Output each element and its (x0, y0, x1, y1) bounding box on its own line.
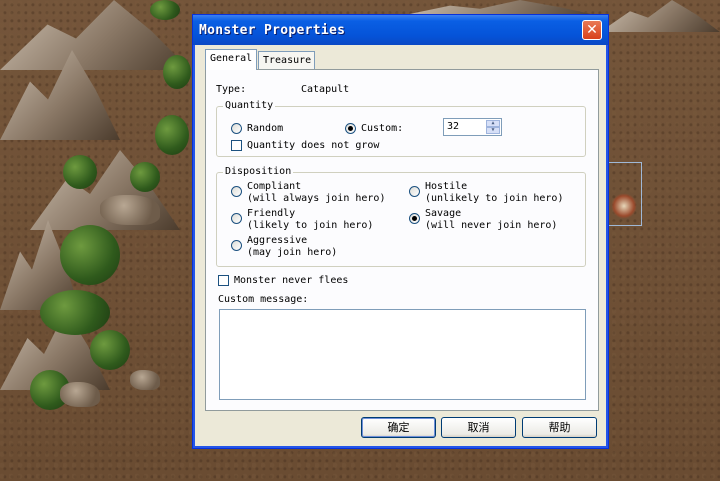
rock (100, 195, 160, 225)
custom-label[interactable]: Custom: (361, 123, 403, 135)
rock (130, 370, 160, 390)
quantity-value[interactable]: 32 (447, 121, 459, 133)
close-icon: ✕ (586, 22, 598, 38)
random-label[interactable]: Random (247, 123, 283, 135)
window-title: Monster Properties (199, 22, 346, 38)
aggressive-note: (may join hero) (247, 247, 338, 258)
quantity-not-grow-label[interactable]: Quantity does not grow (247, 140, 379, 152)
up-arrow-icon[interactable]: ▲ (486, 120, 500, 127)
compliant-note: (will always join hero) (247, 193, 386, 204)
tree (40, 290, 110, 335)
tree (163, 55, 191, 89)
tree (63, 155, 97, 189)
mountain (600, 0, 720, 32)
tab-treasure[interactable]: Treasure (258, 51, 315, 69)
hostile-note: (unlikely to join hero) (425, 193, 564, 204)
disposition-group-label: Disposition (223, 166, 294, 178)
title-bar[interactable]: Monster Properties ✕ (193, 15, 608, 45)
quantity-group-label: Quantity (223, 100, 276, 112)
random-radio[interactable] (231, 123, 242, 134)
never-flees-label[interactable]: Monster never flees (234, 275, 348, 287)
dialog-body: General Treasure Type: Catapult Quantity… (196, 45, 605, 445)
type-value: Catapult (301, 84, 350, 95)
help-button[interactable]: 帮助 (522, 417, 597, 438)
tab-general[interactable]: General (205, 49, 257, 70)
friendly-note: (likely to join hero) (247, 220, 374, 231)
tree (60, 225, 120, 285)
friendly-label[interactable]: Friendly (247, 208, 295, 220)
tree (155, 115, 189, 155)
compliant-radio[interactable] (231, 186, 242, 197)
custom-message-label: Custom message: (218, 294, 309, 305)
tree (90, 330, 130, 370)
quantity-stepper[interactable]: 32 ▲ ▼ (443, 118, 502, 136)
tree (130, 162, 160, 192)
compliant-label[interactable]: Compliant (247, 181, 301, 193)
savage-note: (will never join hero) (425, 220, 558, 231)
monster-properties-dialog: Monster Properties ✕ General Treasure Ty… (192, 14, 609, 449)
cancel-button[interactable]: 取消 (441, 417, 516, 438)
custom-message-textarea[interactable] (219, 309, 586, 400)
savage-label[interactable]: Savage (425, 208, 461, 220)
aggressive-radio[interactable] (231, 240, 242, 251)
ok-button[interactable]: 确定 (361, 417, 436, 438)
friendly-radio[interactable] (231, 213, 242, 224)
hostile-radio[interactable] (409, 186, 420, 197)
type-label: Type: (216, 84, 247, 95)
custom-radio[interactable] (345, 123, 356, 134)
rock (60, 382, 100, 407)
tree (150, 0, 180, 20)
quantity-not-grow-checkbox[interactable] (231, 140, 242, 151)
aggressive-label[interactable]: Aggressive (247, 235, 307, 247)
hostile-label[interactable]: Hostile (425, 181, 467, 193)
down-arrow-icon[interactable]: ▼ (486, 127, 500, 134)
close-button[interactable]: ✕ (582, 20, 602, 40)
never-flees-checkbox[interactable] (218, 275, 229, 286)
catapult-map-icon[interactable] (611, 193, 637, 219)
general-tab-panel: Type: Catapult Quantity Random Custom: 3… (205, 69, 599, 411)
savage-radio[interactable] (409, 213, 420, 224)
